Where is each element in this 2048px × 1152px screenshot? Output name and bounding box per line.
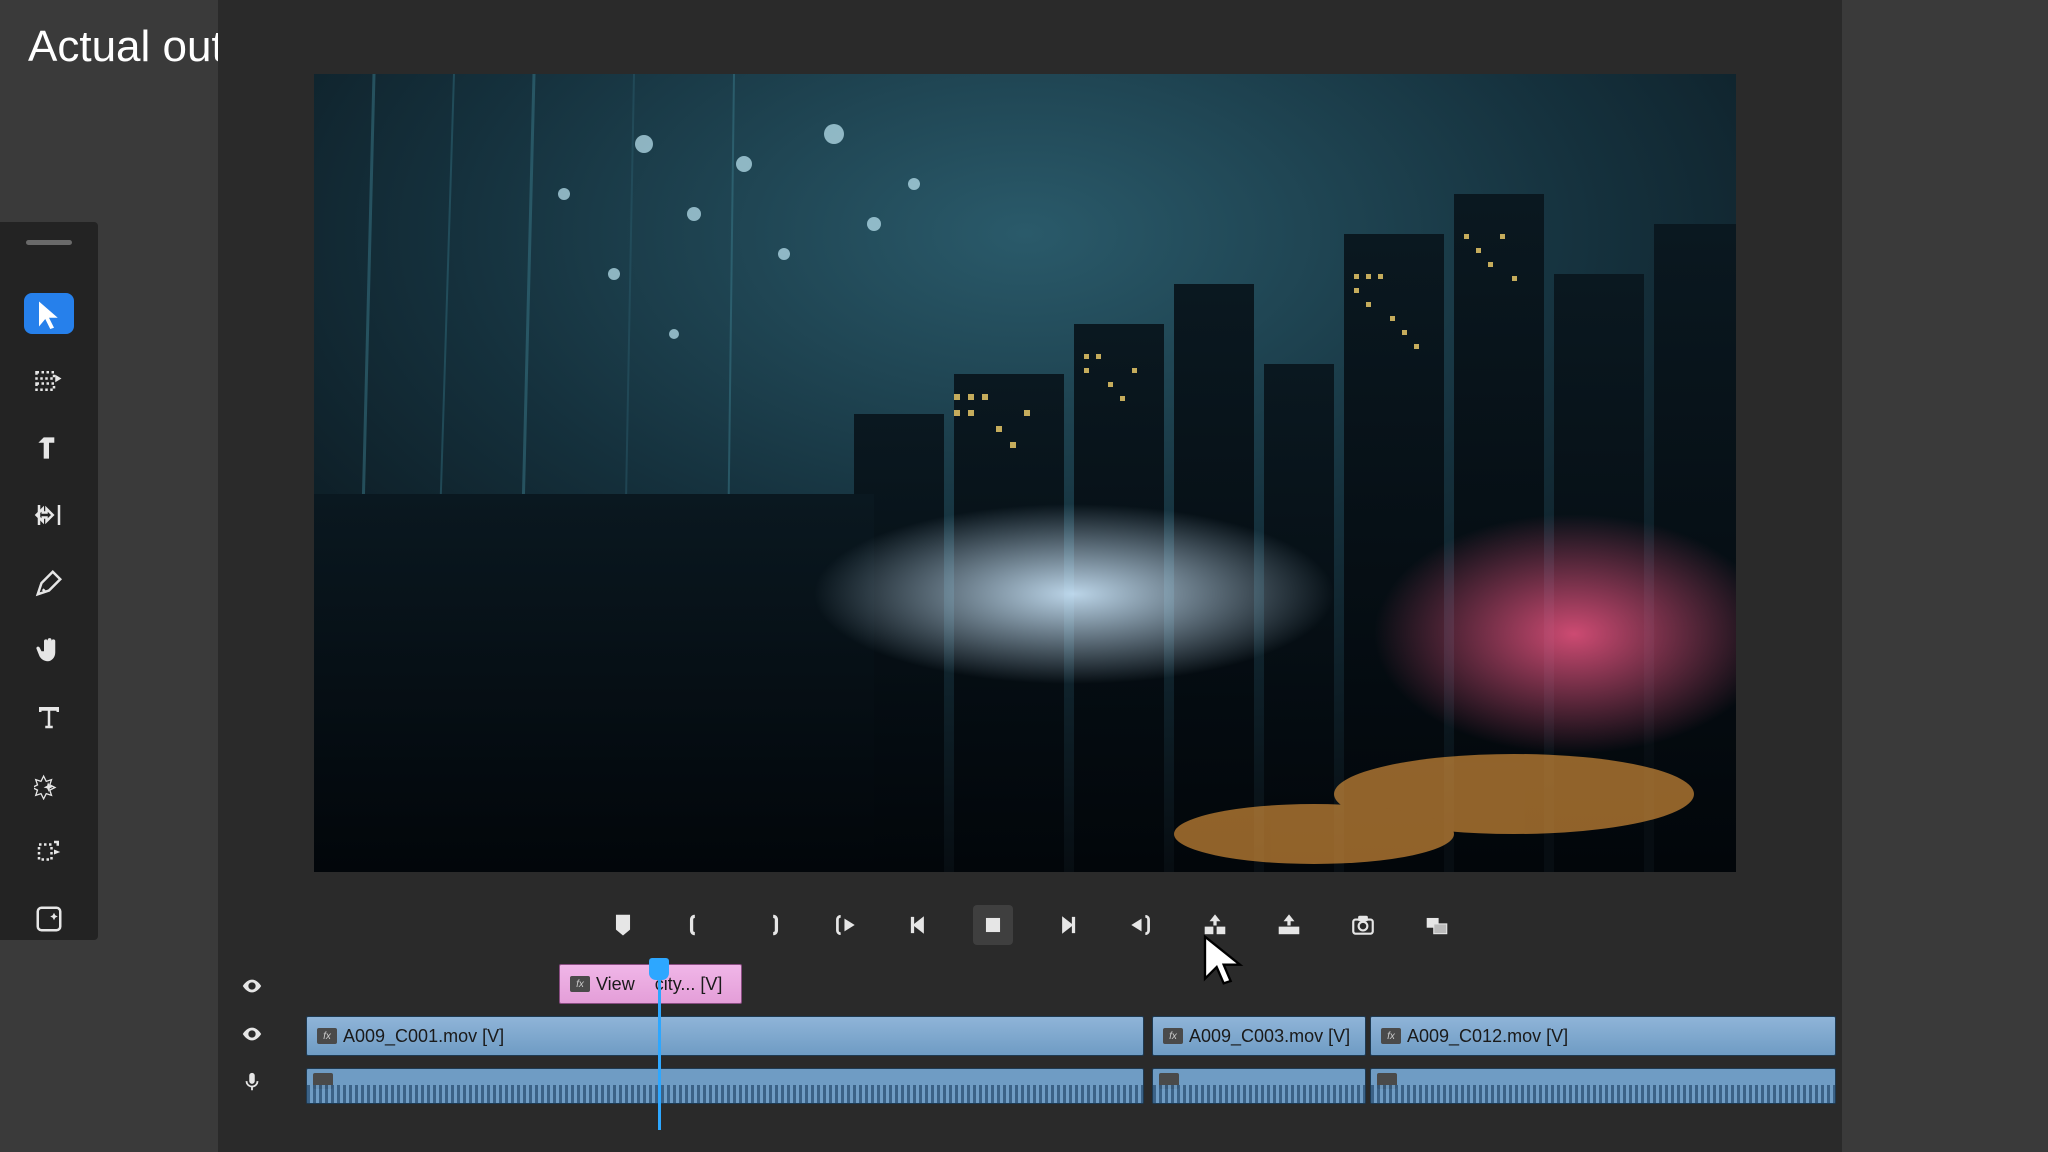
hand-tool[interactable] xyxy=(24,629,74,670)
ai-tool[interactable] xyxy=(24,899,74,940)
button-editor-button[interactable] xyxy=(1417,905,1457,945)
transport-controls xyxy=(218,894,1842,956)
clip-label: A009_C012.mov [V] xyxy=(1407,1026,1568,1047)
audio-clip[interactable] xyxy=(1370,1068,1836,1104)
step-back-button[interactable] xyxy=(899,905,939,945)
fx-badge-icon: fx xyxy=(1381,1028,1401,1044)
video-clip[interactable]: fx A009_C003.mov [V] xyxy=(1152,1016,1366,1056)
lift-button[interactable] xyxy=(1195,905,1235,945)
clip-label: A009_C003.mov [V] xyxy=(1189,1026,1350,1047)
playhead-handle-icon[interactable] xyxy=(649,958,669,980)
clip-label: View xyxy=(596,974,635,995)
track-header-icons xyxy=(238,956,266,1096)
track-select-tool[interactable] xyxy=(24,360,74,401)
audio-clip[interactable] xyxy=(1152,1068,1366,1104)
pen-tool[interactable] xyxy=(24,562,74,603)
video-clip[interactable]: fx A009_C012.mov [V] xyxy=(1370,1016,1836,1056)
type-tool[interactable] xyxy=(24,697,74,738)
mark-in-button[interactable] xyxy=(677,905,717,945)
fx-badge-icon: fx xyxy=(570,976,590,992)
extract-button[interactable] xyxy=(1269,905,1309,945)
add-marker-button[interactable] xyxy=(603,905,643,945)
program-monitor-panel: fx View city... [V] fxA009_C001.mov [V]f… xyxy=(218,0,1842,1152)
waveform xyxy=(1153,1085,1365,1103)
clip-label: A009_C001.mov [V] xyxy=(343,1026,504,1047)
fx-badge-icon: fx xyxy=(317,1028,337,1044)
mic-icon[interactable] xyxy=(238,1068,266,1096)
go-to-out-button[interactable] xyxy=(1121,905,1161,945)
go-to-in-button[interactable] xyxy=(825,905,865,945)
program-monitor[interactable] xyxy=(314,74,1736,872)
fx-badge-icon: fx xyxy=(1163,1028,1183,1044)
step-forward-button[interactable] xyxy=(1047,905,1087,945)
video-clip[interactable]: fx A009_C001.mov [V] xyxy=(306,1016,1144,1056)
right-gutter xyxy=(1836,0,2048,1152)
slip-tool[interactable] xyxy=(24,831,74,872)
rate-stretch-tool[interactable] xyxy=(24,495,74,536)
waveform xyxy=(307,1085,1143,1103)
ripple-edit-tool[interactable] xyxy=(24,428,74,469)
waveform xyxy=(1371,1085,1835,1103)
selection-tool[interactable] xyxy=(24,293,74,334)
audio-clip[interactable] xyxy=(306,1068,1144,1104)
tool-panel xyxy=(0,222,98,940)
eye-icon[interactable] xyxy=(238,1020,266,1048)
play-stop-button[interactable] xyxy=(973,905,1013,945)
panel-grip[interactable] xyxy=(26,240,72,245)
eye-icon[interactable] xyxy=(238,972,266,1000)
remix-tool[interactable] xyxy=(24,764,74,805)
export-frame-button[interactable] xyxy=(1343,905,1383,945)
mark-out-button[interactable] xyxy=(751,905,791,945)
playhead-line xyxy=(658,978,661,1130)
